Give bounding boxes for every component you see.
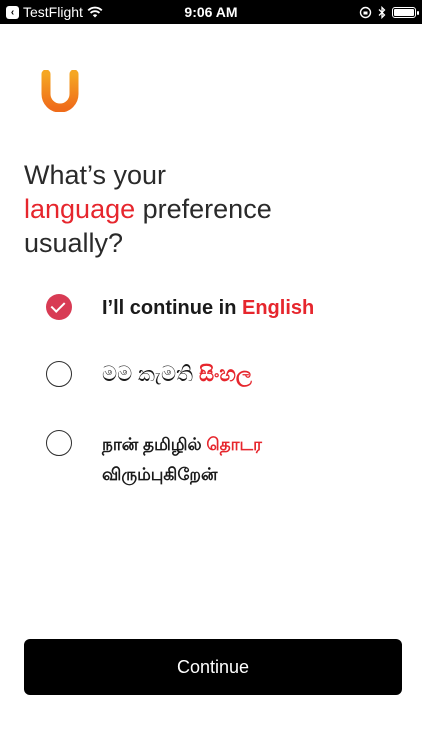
battery-icon bbox=[392, 6, 419, 18]
option-label: I’ll continue in English bbox=[102, 297, 315, 319]
status-bar: ‹ TestFlight 9:06 AM bbox=[0, 0, 422, 24]
app-logo-icon bbox=[41, 70, 79, 112]
page-title: What’s your language preference usually? bbox=[24, 158, 384, 260]
option-accent: සිංහල bbox=[198, 363, 252, 386]
title-line-3: usually? bbox=[24, 228, 124, 258]
option-label: මම කැමති සිංහල bbox=[102, 363, 252, 386]
title-line-1: What’s your bbox=[24, 160, 167, 190]
radio-icon[interactable] bbox=[46, 361, 72, 387]
checked-radio-icon[interactable] bbox=[46, 294, 72, 320]
language-option-sinhala[interactable]: මම කැමති සිංහල bbox=[46, 361, 252, 389]
language-option-english[interactable]: I’ll continue in English bbox=[46, 294, 314, 322]
orientation-lock-icon bbox=[359, 6, 372, 18]
back-to-app[interactable]: ‹ TestFlight bbox=[6, 0, 103, 24]
back-arrow-icon: ‹ bbox=[6, 5, 19, 19]
continue-button[interactable]: Continue bbox=[24, 639, 402, 695]
radio-icon[interactable] bbox=[46, 430, 72, 456]
option-label: நான் தமிழில் தொடர விரும்புகிறேன் bbox=[102, 435, 262, 484]
back-app-label: TestFlight bbox=[23, 4, 83, 20]
title-accent: language bbox=[24, 194, 136, 224]
option-accent: English bbox=[242, 297, 315, 319]
title-line-2: language preference bbox=[24, 192, 384, 226]
bluetooth-icon bbox=[378, 5, 386, 19]
option-accent: தொடர bbox=[206, 435, 262, 454]
wifi-icon bbox=[87, 6, 103, 18]
title-line-2-rest: preference bbox=[135, 194, 272, 224]
language-option-tamil[interactable]: நான் தமிழில் தொடர விரும்புகிறேன் bbox=[46, 430, 332, 490]
